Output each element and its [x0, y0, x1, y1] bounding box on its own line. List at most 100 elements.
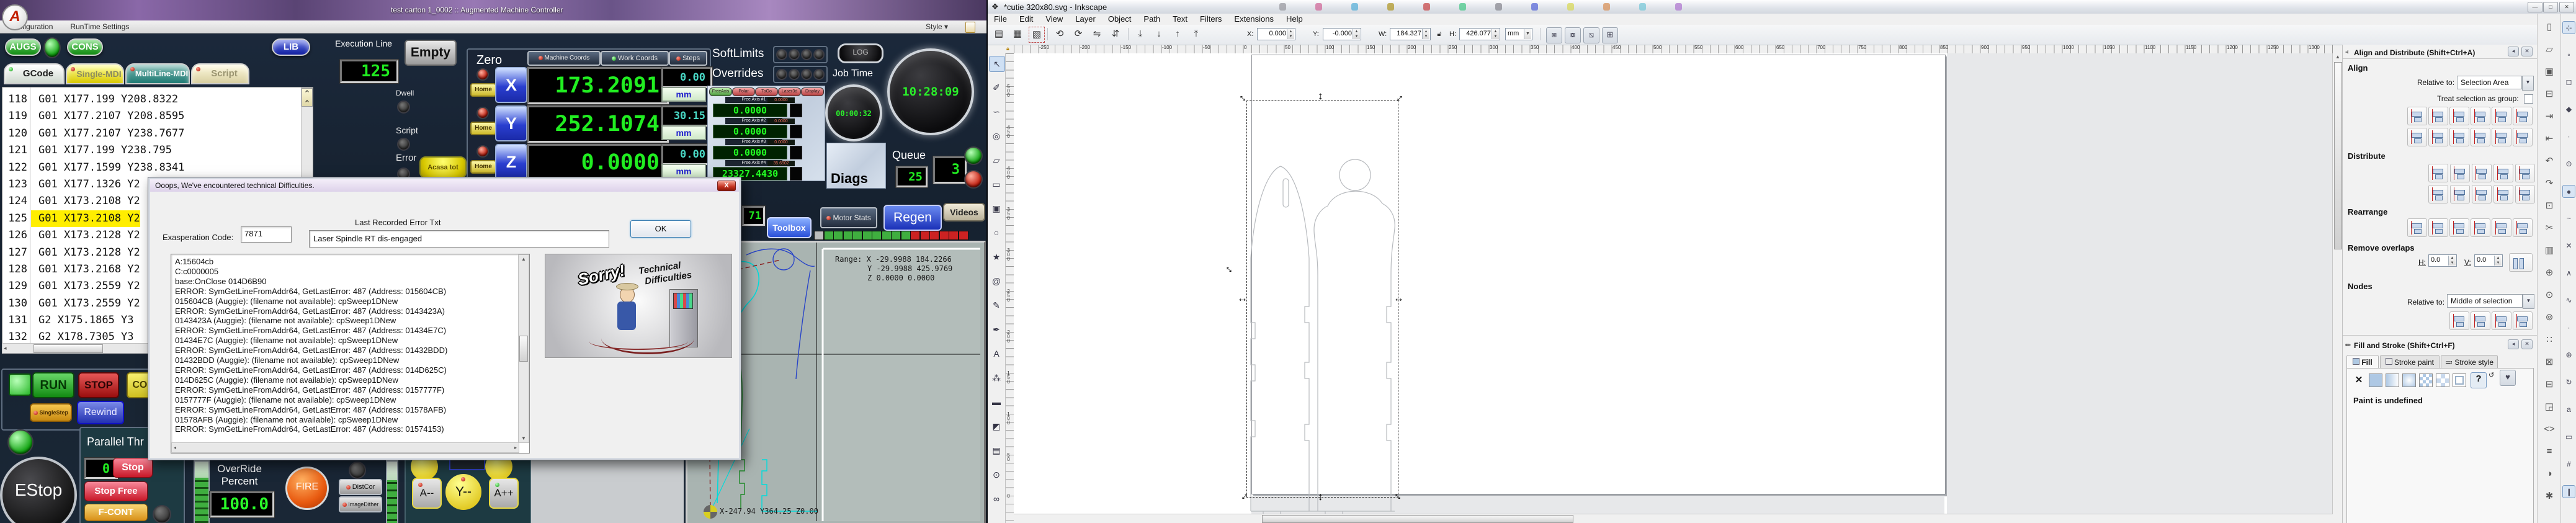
y-home-button[interactable]: Home — [470, 122, 496, 135]
vertical-ruler[interactable]: 500450400350300250200150100500 — [1005, 53, 1014, 523]
videos-button[interactable]: Videos — [943, 203, 985, 221]
axis-tab-togo[interactable]: ToGo — [755, 87, 778, 96]
work-coords-button[interactable]: Work Coords — [601, 51, 669, 66]
jog-a-minus-button[interactable]: A-- — [412, 478, 442, 509]
jog-a-plus-button[interactable]: A++ — [489, 478, 519, 509]
snap-bbox-icon[interactable]: ▫ — [2562, 48, 2575, 61]
distribute-centers-vertical[interactable] — [2450, 185, 2470, 203]
regen-button[interactable]: Regen — [883, 205, 942, 231]
undo-icon[interactable]: ↶ — [2541, 154, 2557, 169]
nodes-relative-dropdown[interactable]: Middle of selection — [2447, 294, 2523, 308]
selection-handle-w[interactable]: ↔ — [1237, 294, 1248, 303]
close-button[interactable]: ✕ — [2559, 2, 2574, 12]
run-button[interactable]: RUN — [32, 372, 74, 398]
menu-item-extensions[interactable]: Extensions — [1228, 14, 1280, 24]
deselect-icon[interactable]: ▧ — [1029, 27, 1045, 43]
align-bottom-edges[interactable] — [2471, 128, 2490, 146]
snap-paths-icon[interactable]: ~ — [2562, 212, 2575, 225]
gcode-line[interactable]: 122G01 X177.1599 Y238.8341 — [2, 159, 313, 176]
error-log-listbox[interactable]: A:15604cbC:c0000005base:OnClose 014D6B90… — [171, 254, 530, 454]
text-distribute-horizontal[interactable] — [2515, 164, 2535, 182]
unset-paint[interactable] — [2453, 373, 2466, 387]
single-step-button[interactable]: SingleStep — [30, 403, 72, 422]
relative-to-dropdown-arrow[interactable]: ▼ — [2522, 76, 2534, 91]
graph-layout[interactable] — [2407, 218, 2427, 237]
snap-bbox-centers-icon[interactable]: ⊙ — [2562, 158, 2575, 171]
inkscape-titlebar[interactable]: ❖ *cutie 320x80.svg - Inkscape — □ ✕ — [988, 0, 2576, 14]
distribute-gaps-horizontal[interactable] — [2493, 164, 2513, 182]
overlap-h-field[interactable]: 0.0▲▼ — [2428, 254, 2457, 267]
menu-item-file[interactable]: File — [988, 14, 1013, 24]
node-tool[interactable]: ✐ — [989, 80, 1004, 95]
randomize-positions[interactable] — [2492, 218, 2511, 237]
snap-nodes-icon[interactable]: ● — [2562, 185, 2575, 198]
radial-gradient[interactable] — [2402, 373, 2416, 387]
menu-item-help[interactable]: Help — [1280, 14, 1309, 24]
estop-button[interactable]: EStop — [0, 457, 77, 523]
h-field[interactable]: 426.077▲▼ — [1459, 28, 1500, 40]
snap-midpoints-icon[interactable]: · — [2562, 321, 2575, 334]
remove-overlaps-button[interactable] — [2509, 253, 2533, 272]
align-top-edges[interactable] — [2428, 128, 2448, 146]
selection-bbox[interactable] — [1246, 101, 1398, 498]
log-vscrollbar[interactable]: ▲▼ — [518, 254, 529, 443]
log-hscrollbar[interactable]: ◂▸ — [171, 442, 519, 453]
snap-bbox-edges-icon[interactable]: ◻ — [2562, 76, 2575, 89]
connector-tool[interactable]: ∞ — [989, 491, 1004, 506]
zoom-selection-icon[interactable]: ⊕ — [2541, 266, 2557, 280]
scroll-up-arrow[interactable]: ⌃⌃ — [302, 88, 313, 107]
rewind-button[interactable]: Rewind — [77, 401, 124, 424]
distribute-right-edges[interactable] — [2472, 164, 2492, 182]
x-home-button[interactable]: Home — [470, 83, 496, 97]
toolbox-button[interactable]: Toolbox — [767, 217, 812, 238]
x-field[interactable]: 0.000▲▼ — [1257, 28, 1295, 40]
snap-bbox-corners-icon[interactable]: ◆ — [2562, 103, 2575, 116]
distribute-nodes-vertical[interactable] — [2513, 311, 2533, 330]
fill-stroke-collapse-button[interactable]: ◂ — [2508, 339, 2519, 349]
align-panel-collapse-button[interactable]: ◂ — [2508, 47, 2519, 56]
exchange-stacking-order[interactable] — [2449, 218, 2469, 237]
tab-fill[interactable]: Fill — [2346, 355, 2379, 369]
copy-icon[interactable]: ⊡ — [2541, 199, 2557, 213]
select-all-layers-icon[interactable]: ▦ — [1010, 27, 1025, 42]
menu-item-path[interactable]: Path — [1137, 14, 1166, 24]
x-axis-button[interactable]: X — [495, 67, 527, 103]
affect-pattern-toggle[interactable]: ⊞ — [1602, 27, 1618, 43]
align-right-to-anchor-left[interactable] — [2407, 107, 2427, 125]
motor-stats-button[interactable]: Motor Stats — [820, 207, 877, 228]
swatch[interactable] — [2436, 373, 2449, 387]
tab-single-mdi[interactable]: Single-MDI — [66, 63, 124, 84]
align-top-to-anchor-bottom[interactable] — [2492, 128, 2511, 146]
selection-handle-s[interactable]: ↕ — [1318, 493, 1323, 501]
align-left-edges[interactable] — [2428, 107, 2448, 125]
gcode-line[interactable]: 120G01 X177.2107 Y238.7677 — [2, 125, 313, 142]
distribute-top-edges[interactable] — [2428, 185, 2448, 203]
snap-grids-icon[interactable]: # — [2562, 458, 2575, 471]
snap-intersections-icon[interactable]: ✕ — [2562, 239, 2575, 253]
spray-tool[interactable]: ⁂ — [989, 370, 1004, 385]
align-left-to-anchor-right[interactable] — [2492, 107, 2511, 125]
y-axis-button[interactable]: Y — [495, 105, 527, 141]
treat-group-checkbox[interactable] — [2524, 94, 2533, 104]
affect-move-toggle[interactable]: ⧆ — [1546, 27, 1562, 43]
gcode-line[interactable]: 119G01 X177.2107 Y208.8595 — [2, 108, 313, 125]
menu-item-runtime-settings[interactable]: RunTime Settings — [61, 20, 138, 33]
nodes-relative-dropdown-arrow[interactable]: ▼ — [2523, 294, 2534, 309]
snap-smooth-nodes-icon[interactable]: ∿ — [2562, 294, 2575, 307]
distribute-gaps-vertical[interactable] — [2493, 185, 2513, 203]
overlap-v-field[interactable]: 0.0▲▼ — [2474, 254, 2503, 267]
distribute-centers-horizontal[interactable] — [2450, 164, 2470, 182]
snap-rotation-centers-icon[interactable]: ↻ — [2562, 376, 2575, 389]
lib-button[interactable]: LIB — [272, 38, 310, 56]
lower-icon[interactable]: ↓ — [1152, 27, 1166, 42]
selector-tool[interactable]: ↖ — [989, 56, 1005, 72]
spiral-tool[interactable]: @ — [989, 274, 1004, 288]
stop-button[interactable]: STOP — [78, 372, 119, 398]
bucket-tool[interactable]: ◩ — [989, 419, 1004, 434]
gradient-tool[interactable]: ▤ — [989, 443, 1004, 458]
align-nodes-horizontal[interactable] — [2449, 311, 2469, 330]
duplicate-icon[interactable]: ∷ — [2541, 333, 2557, 347]
export-icon[interactable]: ⇤ — [2541, 132, 2557, 146]
raise-to-top-icon[interactable]: ⤒ — [1189, 27, 1204, 42]
maximize-button[interactable]: □ — [2543, 2, 2558, 12]
